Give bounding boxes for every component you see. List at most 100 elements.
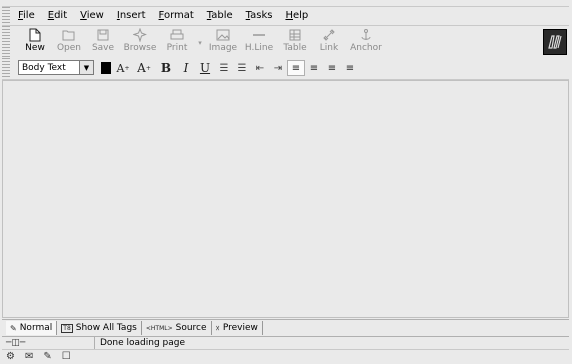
status-text: Done loading page [100,338,186,348]
bold-button[interactable]: B [155,60,177,76]
align-justify-icon: ≡ [345,62,355,74]
chevron-down-icon: ▼ [79,61,93,74]
tab-normal[interactable]: ✎ Normal [6,321,58,335]
tab-normal-label: Normal [19,323,53,333]
bullet-list-button[interactable]: ☰ [215,60,233,76]
browse-button[interactable]: Browse [120,28,160,56]
toolbar-grip[interactable] [2,26,10,58]
align-right-button[interactable]: ≡ [323,60,341,76]
address-book-icon[interactable]: ☐ [62,351,71,362]
link-icon [321,28,337,42]
composer-window: File Edit View Insert Format Table Tasks… [0,0,572,364]
tab-source[interactable]: <HTML> Source [141,321,212,335]
save-button[interactable]: Save [86,28,120,56]
status-divider [94,337,95,349]
smaller-font-button[interactable]: A + [113,60,133,76]
tab-source-label: Source [175,323,207,333]
bullet-list-icon: ☰ [219,62,229,74]
paragraph-style-value: Body Text [22,63,66,73]
menu-file[interactable]: File [18,10,35,21]
save-label: Save [91,43,115,53]
new-label: New [25,43,45,53]
color-swatch [101,62,111,74]
menu-format[interactable]: Format [159,10,194,21]
indent-icon: ⇥ [273,62,283,74]
browse-icon [132,28,148,42]
pen-icon: ✎ [10,323,17,333]
tab-preview[interactable]: ☓ Preview [211,321,263,335]
larger-font-button[interactable]: A + [133,60,155,76]
online-status-icon[interactable]: ─◫─ [6,338,25,348]
print-button[interactable]: Print [160,28,194,56]
preview-icon: ☓ [215,323,220,333]
hline-button[interactable]: H.Line [240,28,278,56]
image-button[interactable]: Image [206,28,240,56]
table-label: Table [283,43,307,53]
menubar: File Edit View Insert Format Table Tasks… [2,6,569,25]
align-left-icon: ≡ [291,62,301,74]
tags-icon: T8 [61,323,73,333]
bold-icon: B [160,61,172,75]
smaller-font-icon: A [116,61,125,75]
text-color-button[interactable] [99,60,113,76]
outdent-button[interactable]: ⇤ [251,60,269,76]
html-source-icon: <HTML> [145,324,173,332]
status-bar: ─◫─ Done loading page [2,337,569,349]
composer-logo-icon[interactable] [543,29,567,55]
link-button[interactable]: Link [312,28,346,56]
print-label: Print [166,43,188,53]
paragraph-style-select[interactable]: Body Text ▼ [18,60,94,75]
align-center-button[interactable]: ≡ [305,60,323,76]
print-dropdown[interactable]: ▾ [194,28,206,56]
open-button[interactable]: Open [52,28,86,56]
open-folder-icon [61,28,77,42]
tab-preview-label: Preview [222,323,258,333]
component-bar: ⚙ ✉ ✎ ☐ [2,349,569,364]
print-icon [169,28,185,42]
indent-button[interactable]: ⇥ [269,60,287,76]
table-icon [287,28,303,42]
hline-label: H.Line [244,43,274,53]
menu-tasks[interactable]: Tasks [246,10,273,21]
underline-button[interactable]: U [195,60,215,76]
tab-show-all-tags[interactable]: T8 Show All Tags [57,321,142,335]
anchor-button[interactable]: Anchor [346,28,386,56]
numbered-list-button[interactable]: ☰ [233,60,251,76]
menu-insert[interactable]: Insert [117,10,146,21]
menu-help[interactable]: Help [285,10,308,21]
menubar-grip[interactable] [2,7,10,25]
anchor-label: Anchor [350,43,382,53]
larger-font-icon: A [137,61,146,75]
hline-icon [251,28,267,42]
link-label: Link [319,43,339,53]
table-button[interactable]: Table [278,28,312,56]
align-right-icon: ≡ [327,62,337,74]
format-toolbar: Body Text ▼ A + A + B I U ☰ ☰ ⇤ ⇥ ≡ ≡ ≡ … [2,58,569,80]
mail-icon[interactable]: ✉ [25,351,33,362]
menu-edit[interactable]: Edit [48,10,67,21]
open-label: Open [56,43,82,53]
new-page-icon [27,28,43,42]
format-toolbar-grip[interactable] [2,58,10,79]
outdent-icon: ⇤ [255,62,265,74]
new-button[interactable]: New [18,28,52,56]
image-icon [215,28,231,42]
numbered-list-icon: ☰ [237,62,247,74]
image-label: Image [208,43,238,53]
composer-icon[interactable]: ✎ [43,351,51,362]
composition-toolbar: New Open Save Browse Print ▾ Image H.Lin… [2,25,569,59]
menu-table[interactable]: Table [207,10,233,21]
edit-mode-tabs: ✎ Normal T8 Show All Tags <HTML> Source … [2,319,569,337]
tab-show-all-tags-label: Show All Tags [75,323,137,333]
italic-button[interactable]: I [177,60,195,76]
menu-view[interactable]: View [80,10,104,21]
save-disk-icon [95,28,111,42]
navigator-icon[interactable]: ⚙ [6,351,15,362]
italic-icon: I [183,61,189,75]
editor-canvas[interactable] [2,80,569,318]
align-left-button[interactable]: ≡ [287,60,305,76]
underline-icon: U [199,61,211,75]
align-center-icon: ≡ [309,62,319,74]
align-justify-button[interactable]: ≡ [341,60,359,76]
browse-label: Browse [123,43,157,53]
